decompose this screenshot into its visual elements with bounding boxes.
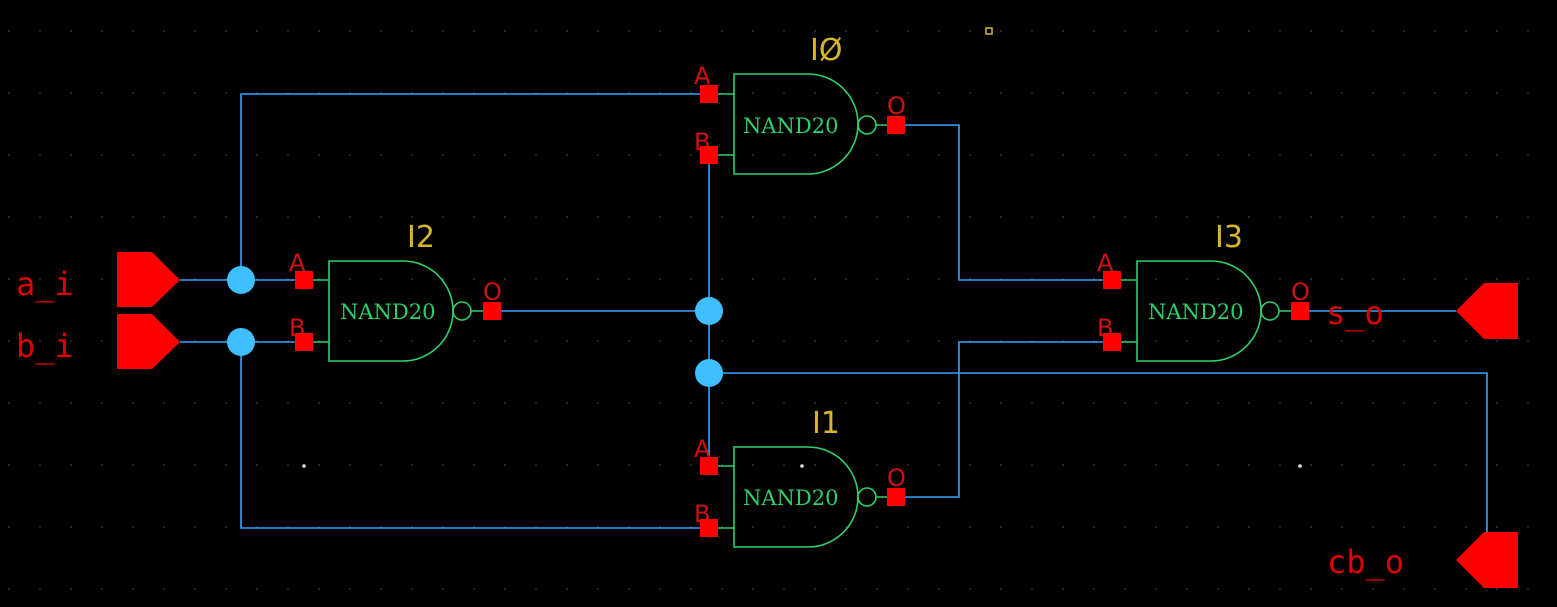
inverter-bubble-icon — [857, 487, 877, 507]
wire-b-i-to-i1-b[interactable] — [240, 342, 709, 529]
port-b-i[interactable]: b_i — [16, 314, 180, 369]
pin-out[interactable] — [1291, 302, 1309, 320]
inverter-bubble-icon — [452, 301, 472, 321]
pin-label-out: O — [483, 278, 502, 306]
pin-a[interactable] — [1103, 271, 1121, 289]
instance-name: I1 — [812, 406, 840, 441]
input-port-icon — [117, 314, 180, 369]
grid-highlight — [302, 464, 306, 468]
inverter-bubble-icon — [857, 115, 877, 135]
grid-highlight — [1298, 464, 1302, 468]
pin-b[interactable] — [700, 519, 718, 537]
gate-i1[interactable]: NAND20 I1 A B O — [694, 406, 906, 548]
pin-a[interactable] — [295, 271, 313, 289]
pin-out[interactable] — [887, 488, 905, 506]
junction-cb-o[interactable] — [695, 359, 723, 387]
gate-i0[interactable]: NAND20 IØ A B O — [694, 33, 906, 175]
pin-a[interactable] — [700, 85, 718, 103]
gate-i2[interactable]: NAND20 I2 A B O — [289, 220, 502, 362]
pin-label-out: O — [887, 92, 906, 120]
cell-name: NAND20 — [743, 486, 838, 510]
input-port-icon — [117, 252, 180, 307]
pin-out[interactable] — [483, 302, 501, 320]
inverter-bubble-icon — [1260, 301, 1280, 321]
schematic-canvas: NAND20 IØ A B O NAND20 I2 A B O NAND20 I… — [0, 0, 1557, 607]
port-label: cb_o — [1327, 543, 1404, 581]
port-label: b_i — [16, 327, 74, 365]
instance-name: I2 — [407, 220, 435, 255]
cell-name: NAND20 — [743, 114, 838, 138]
pin-a[interactable] — [700, 457, 718, 475]
grid-highlight — [800, 464, 804, 468]
pin-label-out: O — [887, 464, 906, 492]
instance-name: IØ — [810, 33, 842, 68]
pin-label-out: O — [1291, 278, 1310, 306]
wire-i0-out-to-i3-a[interactable] — [904, 124, 1112, 281]
wire-a-i-to-i0-a[interactable] — [240, 93, 709, 280]
pin-out[interactable] — [887, 116, 905, 134]
pin-b[interactable] — [1103, 333, 1121, 351]
cell-name: NAND20 — [340, 300, 435, 324]
port-a-i[interactable]: a_i — [16, 252, 180, 307]
pin-b[interactable] — [700, 146, 718, 164]
port-label: s_o — [1326, 294, 1384, 332]
output-port-icon — [1456, 532, 1518, 588]
origin-marker — [985, 27, 993, 35]
gate-i3[interactable]: NAND20 I3 A B O — [1097, 220, 1310, 362]
port-label: a_i — [16, 265, 74, 303]
port-cb-o[interactable]: cb_o — [1327, 532, 1518, 588]
output-port-icon — [1456, 283, 1518, 339]
cell-name: NAND20 — [1148, 300, 1243, 324]
wire-i1-out-to-i3-b[interactable] — [904, 341, 1112, 498]
junction-i2-out[interactable] — [695, 297, 723, 325]
junction-b-i[interactable] — [227, 328, 255, 356]
instance-name: I3 — [1215, 220, 1243, 255]
pin-b[interactable] — [295, 333, 313, 351]
junction-a-i[interactable] — [227, 266, 255, 294]
